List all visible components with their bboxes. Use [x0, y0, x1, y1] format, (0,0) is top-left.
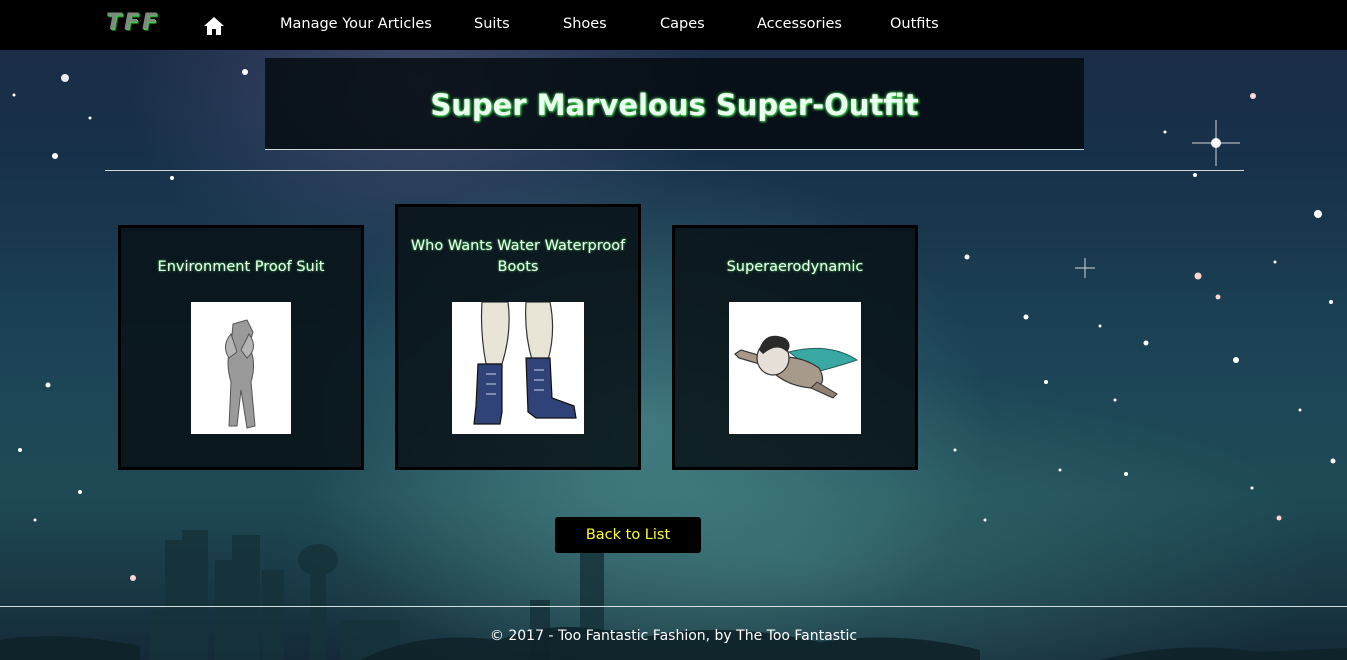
- page-title: Super Marvelous Super-Outfit: [430, 88, 919, 122]
- article-card-suit[interactable]: Environment Proof Suit: [118, 225, 364, 470]
- article-card-title: Who Wants Water Waterproof Boots: [410, 238, 626, 275]
- flying-cape-hero-image: [729, 302, 861, 434]
- nav-link-accessories[interactable]: Accessories: [757, 16, 842, 32]
- top-navbar: TFF Manage Your Articles Suits Shoes Cap…: [0, 0, 1347, 50]
- article-card-boots[interactable]: Who Wants Water Waterproof Boots: [395, 204, 641, 470]
- nav-link-capes[interactable]: Capes: [660, 16, 705, 32]
- nav-link-suits[interactable]: Suits: [474, 16, 510, 32]
- section-divider: [105, 170, 1244, 171]
- nav-link-shoes[interactable]: Shoes: [563, 16, 607, 32]
- nav-link-manage-articles[interactable]: Manage Your Articles: [280, 16, 432, 32]
- article-card-cape[interactable]: Superaerodynamic: [672, 225, 918, 470]
- nav-link-outfits[interactable]: Outfits: [890, 16, 939, 32]
- title-panel: Super Marvelous Super-Outfit: [265, 58, 1084, 150]
- suit-figure-image: [191, 302, 291, 434]
- boots-image: [452, 301, 584, 434]
- article-card-title: Superaerodynamic: [726, 259, 864, 275]
- back-to-list-button[interactable]: Back to List: [555, 517, 701, 553]
- brand-logo[interactable]: TFF: [106, 10, 160, 35]
- footer-divider: [0, 606, 1347, 607]
- article-card-title: Environment Proof Suit: [157, 259, 325, 275]
- home-icon[interactable]: [203, 16, 225, 36]
- footer-copyright: © 2017 - Too Fantastic Fashion, by The T…: [489, 628, 858, 644]
